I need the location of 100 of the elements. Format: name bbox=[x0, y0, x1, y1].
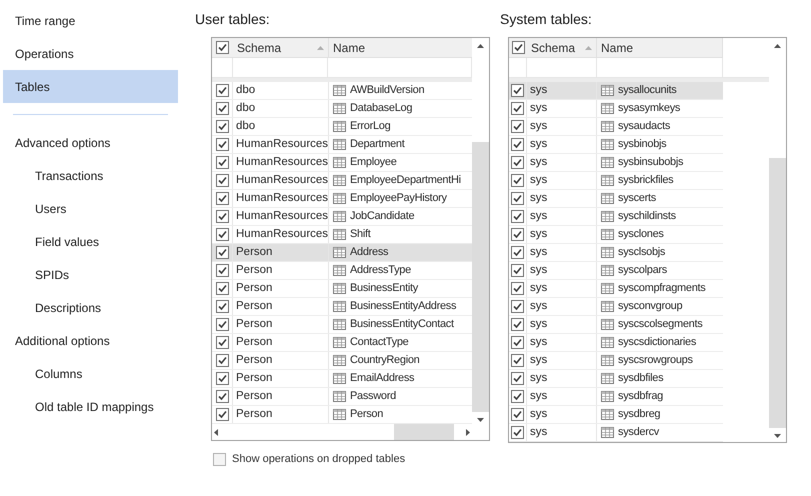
row-checkbox[interactable] bbox=[216, 300, 228, 313]
row-checkbox[interactable] bbox=[511, 264, 524, 277]
table-row[interactable]: Person CountryRegion bbox=[212, 352, 474, 370]
table-row[interactable]: sys sysdbfiles bbox=[509, 370, 723, 388]
horizontal-scrollbar[interactable] bbox=[212, 424, 472, 440]
option-checkbox[interactable] bbox=[213, 452, 226, 466]
table-row[interactable]: sys sysbrickfiles bbox=[509, 172, 723, 190]
row-checkbox[interactable] bbox=[511, 210, 524, 223]
sidebar-subitem[interactable]: Users bbox=[3, 192, 185, 225]
row-checkbox[interactable] bbox=[216, 192, 228, 205]
row-checkbox[interactable] bbox=[511, 246, 524, 259]
row-checkbox[interactable] bbox=[216, 372, 228, 385]
row-checkbox[interactable] bbox=[511, 282, 524, 295]
row-checkbox[interactable] bbox=[216, 282, 228, 295]
row-checkbox[interactable] bbox=[511, 228, 524, 241]
table-row[interactable]: sys syscsdictionaries bbox=[509, 334, 723, 352]
scroll-right-icon[interactable] bbox=[466, 428, 470, 436]
table-row[interactable]: sys sysconvgroup bbox=[509, 298, 723, 316]
row-checkbox[interactable] bbox=[511, 390, 524, 403]
row-checkbox[interactable] bbox=[511, 84, 524, 97]
table-row[interactable]: Person ContactType bbox=[212, 334, 474, 352]
table-row[interactable]: sys sysdbreg bbox=[509, 406, 723, 424]
row-checkbox[interactable] bbox=[511, 408, 524, 421]
sidebar-section-item[interactable]: Additional options bbox=[3, 324, 185, 357]
row-checkbox[interactable] bbox=[511, 372, 524, 385]
row-checkbox[interactable] bbox=[511, 318, 524, 331]
table-row[interactable]: Person BusinessEntity bbox=[212, 280, 474, 298]
row-checkbox[interactable] bbox=[216, 174, 228, 187]
table-row[interactable]: HumanResources Employee bbox=[212, 154, 474, 172]
table-row[interactable]: sys sysaudacts bbox=[509, 118, 723, 136]
sidebar-section-item[interactable]: Advanced options bbox=[3, 126, 185, 159]
row-checkbox[interactable] bbox=[511, 192, 524, 205]
table-row[interactable]: dbo ErrorLog bbox=[212, 118, 474, 136]
row-checkbox[interactable] bbox=[216, 390, 228, 403]
row-checkbox[interactable] bbox=[511, 354, 524, 367]
sidebar-subitem[interactable]: Columns bbox=[3, 357, 185, 390]
table-row[interactable]: sys sysbinobjs bbox=[509, 136, 723, 154]
row-checkbox[interactable] bbox=[511, 336, 524, 349]
scroll-up-icon[interactable] bbox=[774, 44, 781, 48]
table-row[interactable]: Person Password bbox=[212, 388, 474, 406]
row-checkbox[interactable] bbox=[216, 264, 228, 277]
table-row[interactable]: sys sysallocunits bbox=[509, 82, 723, 100]
table-row[interactable]: HumanResources JobCandidate bbox=[212, 208, 474, 226]
sidebar-subitem[interactable]: Transactions bbox=[3, 159, 185, 192]
sidebar-subitem[interactable]: Field values bbox=[3, 225, 185, 258]
column-header[interactable]: Name bbox=[597, 38, 723, 57]
row-checkbox[interactable] bbox=[511, 300, 524, 313]
row-checkbox[interactable] bbox=[216, 156, 228, 169]
row-checkbox[interactable] bbox=[216, 138, 228, 151]
row-checkbox[interactable] bbox=[216, 120, 228, 133]
row-checkbox[interactable] bbox=[511, 138, 524, 151]
row-checkbox[interactable] bbox=[216, 318, 228, 331]
sidebar-subitem[interactable]: SPIDs bbox=[3, 258, 185, 291]
table-row[interactable]: sys sysbinsubobjs bbox=[509, 154, 723, 172]
table-row[interactable]: HumanResources Department bbox=[212, 136, 474, 154]
table-row[interactable]: sys sysdbfrag bbox=[509, 388, 723, 406]
row-checkbox[interactable] bbox=[511, 102, 524, 115]
table-row[interactable]: Person BusinessEntityContact bbox=[212, 316, 474, 334]
scrollbar-thumb[interactable] bbox=[394, 424, 454, 440]
table-row[interactable]: Person Person bbox=[212, 406, 474, 424]
table-row[interactable]: Person EmailAddress bbox=[212, 370, 474, 388]
table-row[interactable]: Person BusinessEntityAddress bbox=[212, 298, 474, 316]
table-row[interactable]: sys syscsrowgroups bbox=[509, 352, 723, 370]
sidebar-item[interactable]: Operations bbox=[3, 37, 178, 70]
row-checkbox[interactable] bbox=[216, 84, 228, 97]
table-row[interactable]: sys syschildinsts bbox=[509, 208, 723, 226]
row-checkbox[interactable] bbox=[511, 426, 524, 439]
row-checkbox[interactable] bbox=[216, 336, 228, 349]
sidebar-item[interactable]: Time range bbox=[3, 4, 178, 37]
table-row[interactable]: dbo DatabaseLog bbox=[212, 100, 474, 118]
row-checkbox[interactable] bbox=[216, 408, 228, 421]
table-row[interactable]: HumanResources EmployeeDepartmentHi bbox=[212, 172, 474, 190]
scroll-left-icon[interactable] bbox=[214, 428, 218, 436]
row-checkbox[interactable] bbox=[511, 156, 524, 169]
table-row[interactable]: sys syscerts bbox=[509, 190, 723, 208]
table-row[interactable]: HumanResources Shift bbox=[212, 226, 474, 244]
column-header[interactable]: Schema bbox=[527, 38, 597, 57]
table-row[interactable]: sys syscolpars bbox=[509, 262, 723, 280]
row-checkbox[interactable] bbox=[216, 102, 228, 115]
scrollbar-thumb[interactable] bbox=[769, 158, 786, 428]
table-row[interactable]: sys sysclones bbox=[509, 226, 723, 244]
row-checkbox[interactable] bbox=[511, 120, 524, 133]
table-row[interactable]: sys sysasymkeys bbox=[509, 100, 723, 118]
row-checkbox[interactable] bbox=[216, 354, 228, 367]
sidebar-subitem[interactable]: Descriptions bbox=[3, 291, 185, 324]
table-row[interactable]: sys syscompfragments bbox=[509, 280, 723, 298]
select-all-checkbox[interactable] bbox=[216, 41, 229, 54]
table-row[interactable]: Person Address bbox=[212, 244, 474, 262]
scroll-up-icon[interactable] bbox=[477, 44, 484, 48]
sidebar-subitem[interactable]: Old table ID mappings bbox=[3, 390, 185, 423]
row-checkbox[interactable] bbox=[216, 246, 228, 259]
table-row[interactable]: dbo AWBuildVersion bbox=[212, 82, 474, 100]
row-checkbox[interactable] bbox=[216, 210, 228, 223]
table-row[interactable]: HumanResources EmployeePayHistory bbox=[212, 190, 474, 208]
scrollbar-thumb[interactable] bbox=[472, 142, 489, 412]
column-header[interactable]: Schema bbox=[233, 38, 329, 57]
table-row[interactable]: sys syscscolsegments bbox=[509, 316, 723, 334]
table-row[interactable]: Person AddressType bbox=[212, 262, 474, 280]
scroll-down-icon[interactable] bbox=[477, 418, 484, 422]
scroll-down-icon[interactable] bbox=[774, 434, 781, 438]
